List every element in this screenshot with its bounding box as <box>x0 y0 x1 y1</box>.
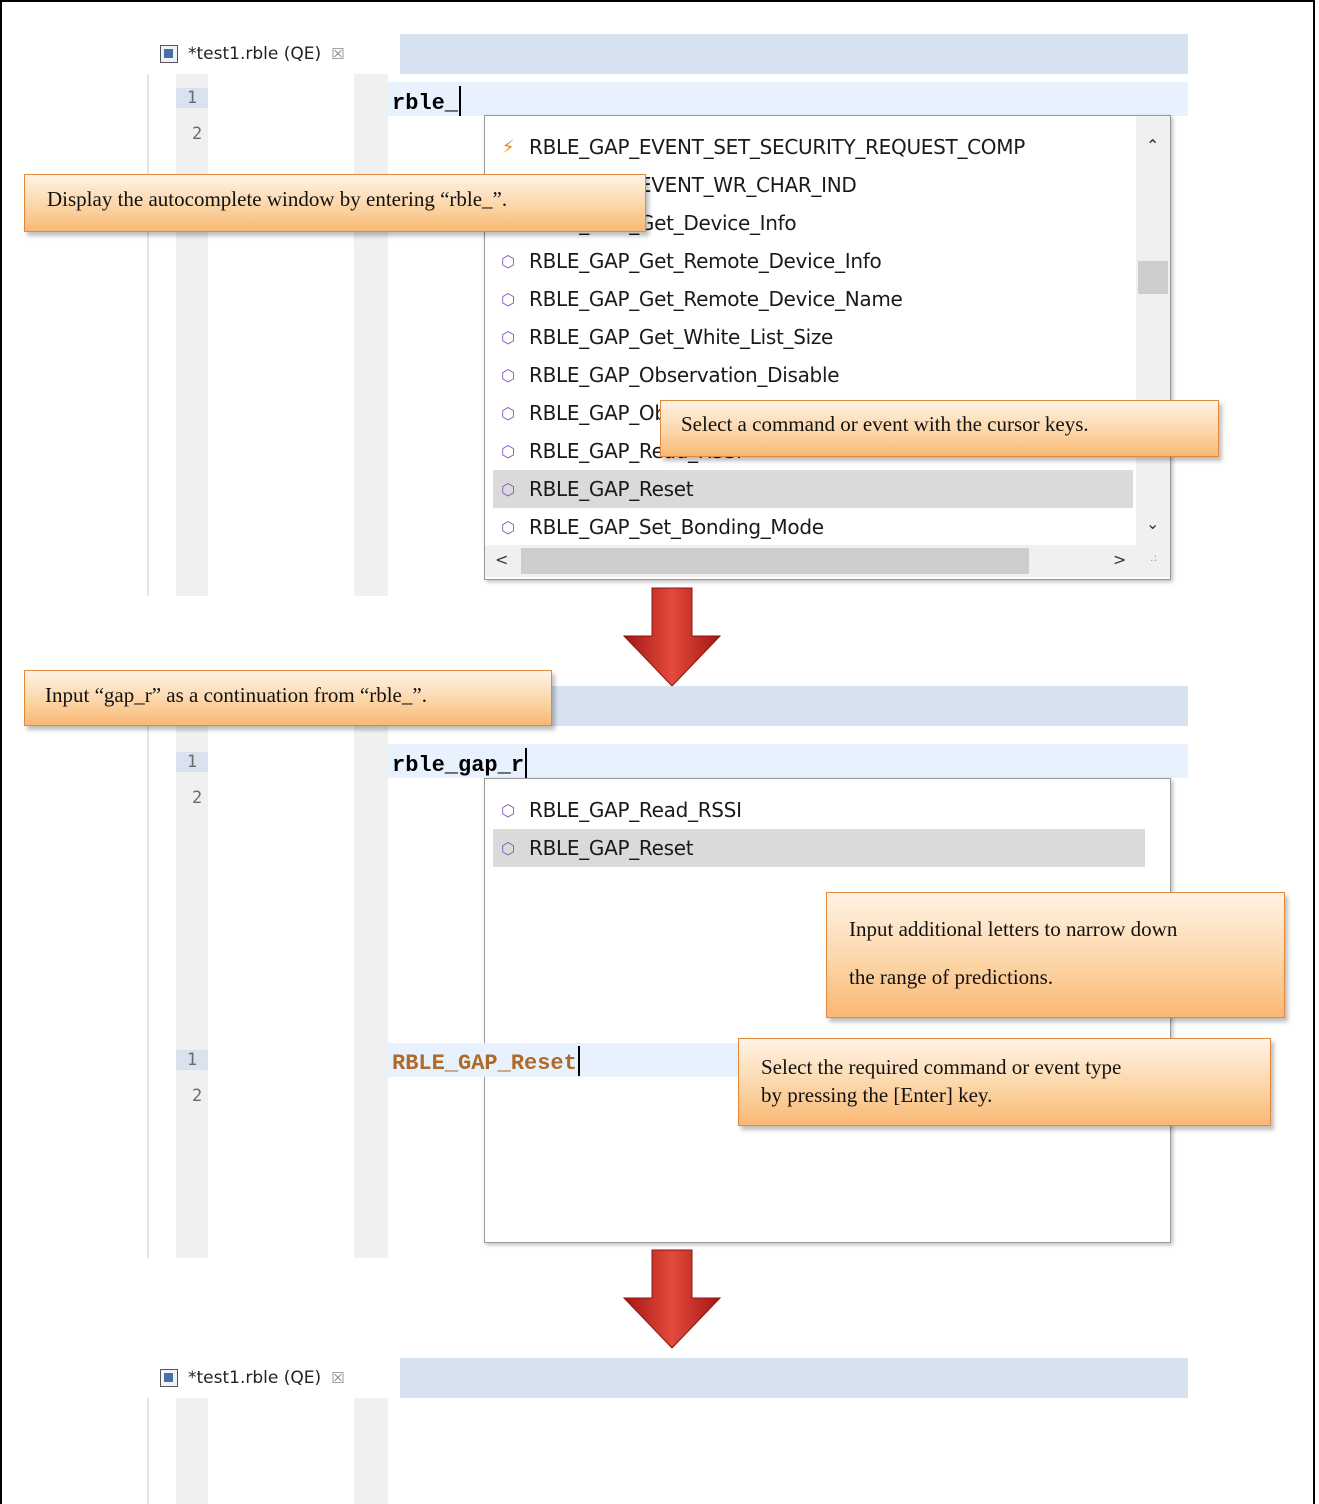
horizontal-scrollbar[interactable]: < > <box>485 545 1136 577</box>
cube-icon: ⬡ <box>501 441 515 461</box>
code-text: RBLE_GAP_Reset <box>392 1051 577 1076</box>
callout-narrow-down: Input additional letters to narrow down … <box>826 892 1285 1018</box>
code-text: rble_gap_r <box>392 753 525 778</box>
callout-text-line: by pressing the [Enter] key. <box>761 1083 993 1107</box>
tab-test1-rble[interactable]: *test1.rble (QE) ☒ <box>148 34 400 74</box>
hscrollbar-thumb[interactable] <box>521 548 1029 574</box>
editor-tab-bar: *test1.rble (QE) ☒ <box>148 34 1188 74</box>
autocomplete-item-label: RBLE_GAP_Set_Bonding_Mode <box>529 515 824 539</box>
ruler-column <box>354 74 388 596</box>
tab-label: *test1.rble (QE) <box>188 1368 322 1388</box>
cube-icon: ⬡ <box>501 251 515 271</box>
autocomplete-item[interactable]: ⬡ RBLE_GAP_Reset <box>493 829 1145 867</box>
scroll-down-icon[interactable]: ⌄ <box>1146 514 1159 533</box>
line-number-gutter <box>176 1398 208 1504</box>
autocomplete-item-label: RBLE_GAP_Read_RSSI <box>529 798 742 822</box>
callout-text: Select a command or event with the curso… <box>681 412 1089 436</box>
cube-icon: ⬡ <box>501 289 515 309</box>
autocomplete-item-label: RBLE_GAP_EVENT_SET_SECURITY_REQUEST_COMP <box>529 135 1025 159</box>
autocomplete-item[interactable]: ⬡ RBLE_GAP_Observation_Disable <box>493 356 1133 394</box>
down-arrow-icon <box>622 587 722 687</box>
down-arrow-icon <box>622 1249 722 1349</box>
code-text: rble_ <box>392 91 459 116</box>
ruler-column <box>354 726 388 1258</box>
code-line-1[interactable]: rble_ <box>392 86 462 116</box>
cube-icon: ⬡ <box>501 517 515 537</box>
rble-file-icon <box>160 1369 178 1387</box>
scroll-right-icon[interactable]: > <box>1113 550 1126 569</box>
autocomplete-item[interactable]: ⬡ RBLE_GAP_Set_Bonding_Mode <box>493 508 1133 546</box>
callout-input-gap-r: Input “gap_r” as a continuation from “rb… <box>24 670 552 726</box>
code-line-1[interactable]: rble_gap_r <box>392 748 528 778</box>
autocomplete-item[interactable]: ⬡ RBLE_GAP_Reset <box>493 470 1133 508</box>
code-line-1[interactable]: RBLE_GAP_Reset <box>392 1046 580 1076</box>
autocomplete-item-label: RBLE_GAP_Reset <box>529 836 694 860</box>
scroll-left-icon[interactable]: < <box>495 550 508 569</box>
editor-left-border <box>147 74 149 596</box>
cube-icon: ⬡ <box>501 479 515 499</box>
autocomplete-item[interactable]: ⬡ RBLE_GAP_Read_RSSI <box>493 791 1145 829</box>
cube-icon: ⬡ <box>501 327 515 347</box>
line-number: 2 <box>192 788 203 808</box>
line-number: 1 <box>176 1050 208 1070</box>
autocomplete-item[interactable]: ⬡ RBLE_GAP_Get_White_List_Size <box>493 318 1133 356</box>
callout-text-line: the range of predictions. <box>849 965 1054 989</box>
callout-text: Input “gap_r” as a continuation from “rb… <box>45 683 427 707</box>
autocomplete-item-label: RBLE_GAP_Reset <box>529 477 694 501</box>
editor-left-border <box>147 1398 149 1504</box>
text-caret <box>459 86 462 116</box>
callout-text-line: Input additional letters to narrow down <box>849 917 1178 941</box>
line-number: 1 <box>176 88 208 108</box>
callout-text-line: Select the required command or event typ… <box>761 1055 1122 1079</box>
cube-icon: ⬡ <box>501 403 515 423</box>
resize-grip[interactable]: .: <box>1136 545 1170 577</box>
callout-select-cursor: Select a command or event with the curso… <box>660 400 1219 457</box>
callout-press-enter: Select the required command or event typ… <box>738 1038 1271 1126</box>
scroll-up-icon[interactable]: ⌃ <box>1146 136 1159 155</box>
editor-left-border <box>147 726 149 1258</box>
line-number-gutter <box>176 74 208 596</box>
autocomplete-item[interactable]: ⚡ RBLE_GAP_EVENT_SET_SECURITY_REQUEST_COM… <box>493 128 1133 166</box>
cube-icon: ⬡ <box>501 800 515 820</box>
text-caret <box>577 1046 580 1076</box>
callout-display-autocomplete: Display the autocomplete window by enter… <box>24 174 646 232</box>
cube-icon: ⬡ <box>501 365 515 385</box>
autocomplete-item-label: RBLE_GAP_Get_Remote_Device_Name <box>529 287 903 311</box>
vertical-scrollbar[interactable]: ⌃ ⌄ <box>1136 116 1170 545</box>
ruler-column <box>354 1398 388 1504</box>
callout-text: Display the autocomplete window by enter… <box>47 187 508 211</box>
close-icon[interactable]: ☒ <box>331 45 344 63</box>
autocomplete-item[interactable]: ⬡ RBLE_GAP_Get_Remote_Device_Name <box>493 280 1133 318</box>
tab-test1-rble[interactable]: *test1.rble (QE) ☒ <box>148 1358 400 1398</box>
autocomplete-item-label: RBLE_GAP_Get_Remote_Device_Info <box>529 249 882 273</box>
autocomplete-item-label: RBLE_GAP_Get_White_List_Size <box>529 325 834 349</box>
autocomplete-item[interactable]: ⬡ RBLE_GAP_Get_Remote_Device_Info <box>493 242 1133 280</box>
rble-file-icon <box>160 45 178 63</box>
line-number: 2 <box>192 124 203 144</box>
close-icon[interactable]: ☒ <box>331 1369 344 1387</box>
line-number: 1 <box>176 752 208 772</box>
line-number: 2 <box>192 1086 203 1106</box>
tab-label: *test1.rble (QE) <box>188 44 322 64</box>
text-caret <box>525 748 528 778</box>
editor-tab-bar: *test1.rble (QE) ☒ <box>148 1358 1188 1398</box>
bolt-icon: ⚡ <box>501 136 515 158</box>
cube-icon: ⬡ <box>501 838 515 858</box>
autocomplete-item-label: RBLE_GAP_Observation_Disable <box>529 363 840 387</box>
current-line-highlight <box>388 82 1188 116</box>
scrollbar-thumb[interactable] <box>1138 261 1168 294</box>
